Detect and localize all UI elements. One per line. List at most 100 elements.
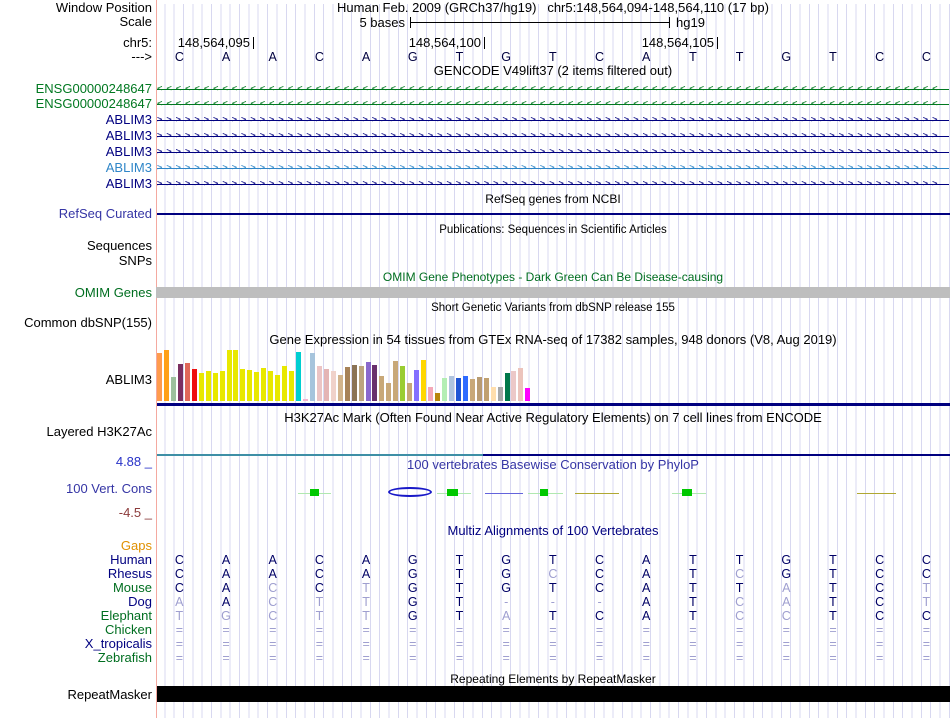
gene-model-row[interactable]: >>>>>>>>>>>>>>>>>>>>>>>>>>>>>>>>>>>>>>>>… [157, 114, 949, 126]
ruler-number: 148,564,100 [408, 35, 481, 50]
omim-track-title: OMIM Gene Phenotypes - Dark Green Can Be… [382, 270, 724, 284]
omim-genes-track-label[interactable]: OMIM Genes [75, 286, 152, 300]
alignment-base: = [876, 637, 884, 651]
alignment-base: = [642, 623, 650, 637]
species-alignment-row: = = = = = = = = = = = = = = = = = [156, 637, 950, 651]
gene-model-row[interactable]: >>>>>>>>>>>>>>>>>>>>>>>>>>>>>>>>>>>>>>>>… [157, 130, 949, 142]
gene-model-row[interactable]: >>>>>>>>>>>>>>>>>>>>>>>>>>>>>>>>>>>>>>>>… [157, 162, 949, 174]
alignment-base: C [875, 609, 885, 623]
species-label[interactable]: Zebrafish [98, 651, 152, 665]
species-label[interactable]: Dog [128, 595, 152, 609]
species-label[interactable]: Mouse [113, 581, 152, 595]
alignment-base: = [595, 651, 604, 665]
species-label[interactable]: Rhesus [108, 567, 152, 581]
alignment-base: T [549, 581, 557, 595]
gtex-gene-model-line[interactable] [157, 403, 950, 406]
dbsnp-track-label[interactable]: Common dbSNP(155) [24, 316, 152, 330]
gene-model-row[interactable]: <<<<<<<<<<<<<<<<<<<<<<<<<<<<<<<<<<<<<<<<… [157, 98, 949, 110]
gene-model-row[interactable]: >>>>>>>>>>>>>>>>>>>>>>>>>>>>>>>>>>>>>>>>… [157, 146, 949, 158]
species-alignment-row: TGCTTGTATCATCCTCC [156, 609, 950, 623]
alignment-base: T [689, 595, 697, 609]
alignment-base: T [549, 553, 557, 567]
gtex-tissue-bar [414, 370, 420, 401]
alignment-base: = [829, 623, 837, 637]
alignment-base: = [549, 637, 557, 651]
refseq-curated-track-label[interactable]: RefSeq Curated [59, 207, 152, 221]
alignment-base: = [455, 623, 464, 637]
alignment-base: T [455, 609, 464, 623]
gtex-tissue-bar [511, 371, 517, 401]
reference-base: A [642, 50, 651, 64]
alignment-base: C [174, 581, 184, 595]
alignment-base: = [735, 623, 744, 637]
reference-base: A [361, 50, 371, 64]
repeatmasker-element-bar[interactable] [157, 686, 950, 702]
species-label[interactable]: X_tropicalis [85, 637, 152, 651]
alignment-base: = [642, 651, 650, 665]
gtex-tissue-bar [289, 371, 295, 401]
species-alignment-row: CAACAGTGTCATTGTCC [156, 553, 950, 567]
species-label[interactable]: Human [110, 553, 152, 567]
gtex-gene-label[interactable]: ABLIM3 [106, 373, 152, 387]
alignment-base: T [922, 581, 931, 595]
gene-label[interactable]: ABLIM3 [106, 161, 152, 175]
alignment-base: C [548, 567, 558, 581]
publications-sequences-label[interactable]: Sequences [87, 239, 152, 253]
species-label[interactable]: Chicken [105, 623, 152, 637]
alignment-base: = [175, 651, 183, 665]
gene-model-row[interactable]: <<<<<<<<<<<<<<<<<<<<<<<<<<<<<<<<<<<<<<<<… [157, 83, 949, 95]
alignment-base: C [921, 567, 931, 581]
alignment-base: C [174, 553, 184, 567]
phylop-line-mark [485, 493, 523, 494]
gene-label[interactable]: ENSG00000248647 [36, 97, 152, 111]
alignment-base: A [361, 553, 371, 567]
species-alignment-row: CAACAGTGCCATCGTCC [156, 567, 950, 581]
alignment-base: A [221, 595, 231, 609]
reference-base: T [735, 50, 744, 64]
phylop-line-mark [575, 493, 619, 494]
alignment-base: A [175, 595, 184, 609]
gene-label[interactable]: ABLIM3 [106, 129, 152, 143]
multiz-gaps-label[interactable]: Gaps [121, 539, 152, 553]
alignment-base: C [595, 567, 605, 581]
alignment-base: T [829, 581, 837, 595]
alignment-base: A [361, 567, 371, 581]
species-label[interactable]: Elephant [101, 609, 152, 623]
reference-sequence-row[interactable]: CAACAGTGTCATTGTCC [156, 50, 950, 64]
gtex-tissue-bar [275, 375, 281, 401]
alignment-base: T [829, 595, 837, 609]
species-alignment-row: = = = = = = = = = = = = = = = = = [156, 623, 950, 637]
gene-model-row[interactable]: >>>>>>>>>>>>>>>>>>>>>>>>>>>>>>>>>>>>>>>>… [157, 178, 949, 190]
repeatmasker-track-label[interactable]: RepeatMasker [67, 688, 152, 702]
alignment-base: T [362, 609, 370, 623]
gtex-tissue-bar [372, 365, 378, 401]
gtex-tissue-bar [400, 366, 406, 401]
alignment-base: A [268, 567, 277, 581]
gtex-tissue-bar [205, 371, 211, 401]
publications-track-title: Publications: Sequences in Scientific Ar… [439, 224, 667, 236]
gene-label[interactable]: ABLIM3 [106, 113, 152, 127]
gencode-track-title: GENCODE V49lift37 (2 items filtered out) [433, 63, 673, 78]
gene-label[interactable]: ABLIM3 [106, 177, 152, 191]
publications-snps-label[interactable]: SNPs [119, 254, 152, 268]
h3k27ac-track-label[interactable]: Layered H3K27Ac [46, 425, 152, 439]
alignment-base: A [642, 609, 651, 623]
alignment-base: T [455, 595, 464, 609]
alignment-base: T [362, 581, 370, 595]
genome-browser-image: Window Position Human Feb. 2009 (GRCh37/… [0, 0, 950, 718]
gtex-tissue-bar [177, 364, 183, 401]
refseq-gene-line[interactable] [157, 213, 950, 215]
phylop-track-label[interactable]: 100 Vert. Cons [66, 482, 152, 496]
gene-label[interactable]: ABLIM3 [106, 145, 152, 159]
alignment-base: C [268, 609, 278, 623]
reference-base: C [875, 50, 885, 64]
omim-gene-bar[interactable] [156, 287, 950, 298]
reference-base: C [921, 50, 931, 64]
phylop-line-mark [857, 493, 896, 494]
alignment-base: = [782, 651, 790, 665]
gtex-tissue-bar [309, 353, 315, 401]
alignment-base: G [781, 567, 792, 581]
gene-label[interactable]: ENSG00000248647 [36, 82, 152, 96]
gtex-tissue-bar [316, 366, 322, 401]
alignment-base: A [501, 609, 511, 623]
